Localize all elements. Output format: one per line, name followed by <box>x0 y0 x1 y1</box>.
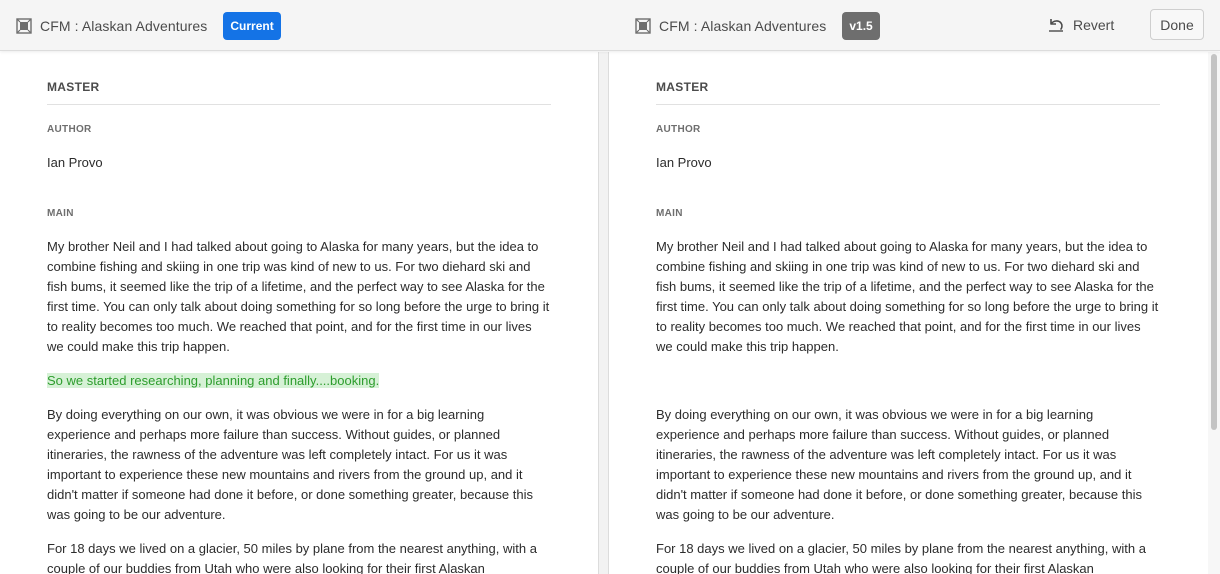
author-label: AUTHOR <box>656 124 701 135</box>
main-paragraph-2: By doing everything on our own, it was o… <box>656 407 1142 522</box>
current-fragment-title: CFM : Alaskan Adventures <box>40 18 208 34</box>
current-version-pane[interactable]: MASTER AUTHOR Ian Provo MAIN My brother … <box>0 52 598 574</box>
version-badge: v1.5 <box>842 12 880 40</box>
compare-toolbar: CFM : Alaskan Adventures Current CFM : A… <box>0 0 1220 51</box>
compared-fragment-title: CFM : Alaskan Adventures <box>659 18 827 34</box>
main-paragraph-1: My brother Neil and I had talked about g… <box>47 239 550 354</box>
undo-icon <box>1047 16 1065 34</box>
compared-version-header: CFM : Alaskan Adventures v1.5 <box>635 12 880 40</box>
main-paragraph-3: For 18 days we lived on a glacier, 50 mi… <box>656 541 1146 574</box>
current-version-header: CFM : Alaskan Adventures Current <box>16 12 281 40</box>
main-paragraph-3: For 18 days we lived on a glacier, 50 mi… <box>47 541 537 574</box>
compared-version-pane[interactable]: MASTER AUTHOR Ian Provo MAIN My brother … <box>609 52 1208 574</box>
vertical-scrollbar[interactable] <box>1208 52 1220 574</box>
revert-label: Revert <box>1073 17 1115 33</box>
author-value: Ian Provo <box>656 155 712 170</box>
content-fragment-icon <box>635 18 651 34</box>
master-section-title: MASTER <box>47 80 551 105</box>
revert-button[interactable]: Revert <box>1047 12 1114 38</box>
pane-divider <box>598 52 609 574</box>
content-fragment-icon <box>16 18 32 34</box>
main-label: MAIN <box>656 208 683 219</box>
done-button[interactable]: Done <box>1150 9 1204 40</box>
master-section-title: MASTER <box>656 80 1160 105</box>
current-badge: Current <box>223 12 281 40</box>
main-paragraph-2: By doing everything on our own, it was o… <box>47 407 533 522</box>
author-value: Ian Provo <box>47 155 103 170</box>
main-label: MAIN <box>47 208 74 219</box>
author-label: AUTHOR <box>47 124 92 135</box>
added-paragraph: So we started researching, planning and … <box>47 371 551 391</box>
added-text-highlight: So we started researching, planning and … <box>47 373 380 388</box>
scrollbar-thumb[interactable] <box>1211 54 1217 430</box>
main-paragraph-1: My brother Neil and I had talked about g… <box>656 239 1159 354</box>
